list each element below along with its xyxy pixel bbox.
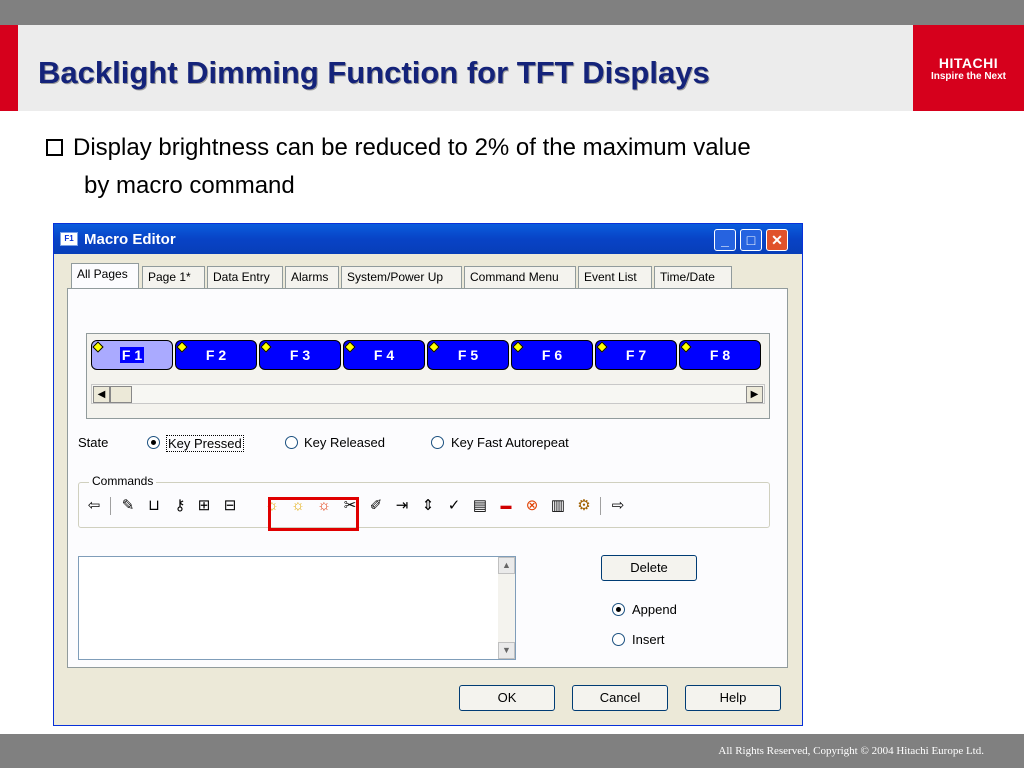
key-f7[interactable]: F 7 <box>595 340 677 370</box>
pen-icon[interactable]: ✎ <box>117 495 139 517</box>
tab-event-list[interactable]: Event List <box>578 266 652 288</box>
insert-icon[interactable]: ⇥ <box>391 495 413 517</box>
help-button[interactable]: Help <box>685 685 781 711</box>
window-title: Macro Editor <box>84 231 176 248</box>
arrow-left-icon[interactable]: ⇦ <box>83 495 105 517</box>
key-marker-icon <box>92 341 104 353</box>
bullet-text-line1: Display brightness can be reduced to 2% … <box>73 134 751 161</box>
maximize-button[interactable]: □ <box>740 229 762 251</box>
state-label: State <box>78 435 109 450</box>
tab-system-power-up[interactable]: System/Power Up <box>341 266 462 288</box>
bin-icon[interactable]: ⊔ <box>143 495 165 517</box>
settings-icon[interactable]: ⚙ <box>573 495 595 517</box>
toolbar-separator <box>110 497 111 515</box>
function-keys: F 1 F 2 F 3 F 4 F 5 F 6 F 7 F 8 <box>91 340 765 374</box>
box-right-icon[interactable]: ⊞ <box>193 495 215 517</box>
radio-key-fast-autorepeat[interactable] <box>431 436 444 449</box>
tab-data-entry[interactable]: Data Entry <box>207 266 283 288</box>
tab-alarms[interactable]: Alarms <box>285 266 339 288</box>
key-f4[interactable]: F 4 <box>343 340 425 370</box>
key-marker-icon <box>260 341 272 353</box>
top-bar <box>0 0 1024 25</box>
close-button[interactable]: ✕ <box>766 229 788 251</box>
stop-icon[interactable]: ⊗ <box>521 495 543 517</box>
checkbox-bullet-icon <box>46 139 63 156</box>
scroll-up-button[interactable]: ▲ <box>498 557 515 574</box>
key-marker-icon <box>176 341 188 353</box>
pencil-icon[interactable]: ✐ <box>365 495 387 517</box>
scroll-left-button[interactable]: ◀ <box>93 386 110 403</box>
scroll-thumb[interactable] <box>110 386 132 403</box>
key-f6[interactable]: F 6 <box>511 340 593 370</box>
page-icon[interactable]: ▤ <box>469 495 491 517</box>
macro-editor-window: F1 Macro Editor _ □ ✕ All Pages Page 1* … <box>53 223 803 726</box>
append-label[interactable]: Append <box>632 602 677 617</box>
scroll-right-button[interactable]: ▶ <box>746 386 763 403</box>
key-marker-icon <box>596 341 608 353</box>
key-marker-icon <box>680 341 692 353</box>
key-label: F 3 <box>289 347 311 363</box>
key-label: F 2 <box>205 347 227 363</box>
toolbar-separator <box>600 497 601 515</box>
brightness-commands-highlight <box>268 497 359 531</box>
trash-icon[interactable]: ▥ <box>547 495 569 517</box>
radio-append[interactable] <box>612 603 625 616</box>
vertical-scrollbar[interactable]: ▲ ▼ <box>498 557 515 659</box>
move-icon[interactable]: ⇕ <box>417 495 439 517</box>
commands-group: Commands ⇦ ✎ ⊔ ⚷ ⊞ ⊟ ☼ ☼ ☼ ✂ ✐ ⇥ ⇕ ✓ ▤ ▬… <box>78 474 770 528</box>
key-marker-icon <box>344 341 356 353</box>
app-icon: F1 <box>60 232 78 246</box>
key-label: F 4 <box>373 347 395 363</box>
arrow-right-icon[interactable]: ⇨ <box>607 495 629 517</box>
slide-title: Backlight Dimming Function for TFT Displ… <box>38 55 710 90</box>
ok-button[interactable]: OK <box>459 685 555 711</box>
window-titlebar[interactable]: F1 Macro Editor _ □ ✕ <box>54 224 802 254</box>
logo-tagline: Inspire the Next <box>930 71 1007 82</box>
key-label: F 6 <box>541 347 563 363</box>
key-label: F 7 <box>625 347 647 363</box>
function-key-strip: F 1 F 2 F 3 F 4 F 5 F 6 F 7 F 8 ◀ ▶ <box>86 333 770 419</box>
key-label: F 1 <box>119 347 145 363</box>
tab-page-1[interactable]: Page 1* <box>142 266 205 288</box>
check-icon[interactable]: ✓ <box>443 495 465 517</box>
box-left-icon[interactable]: ⊟ <box>219 495 241 517</box>
key-f5[interactable]: F 5 <box>427 340 509 370</box>
tab-time-date[interactable]: Time/Date <box>654 266 732 288</box>
key-f8[interactable]: F 8 <box>679 340 761 370</box>
key-icon[interactable]: ⚷ <box>169 495 191 517</box>
key-f2[interactable]: F 2 <box>175 340 257 370</box>
minimize-button[interactable]: _ <box>714 229 736 251</box>
radio-key-pressed[interactable] <box>147 436 160 449</box>
tab-all-pages[interactable]: All Pages <box>71 263 139 289</box>
delete-button[interactable]: Delete <box>601 555 697 581</box>
insert-label[interactable]: Insert <box>632 632 665 647</box>
key-marker-icon <box>428 341 440 353</box>
key-f3[interactable]: F 3 <box>259 340 341 370</box>
bottom-bar: All Rights Reserved, Copyright © 2004 Hi… <box>0 734 1024 768</box>
scroll-down-button[interactable]: ▼ <box>498 642 515 659</box>
cancel-button[interactable]: Cancel <box>572 685 668 711</box>
port-icon[interactable]: ▬ <box>495 495 517 517</box>
logo-name: HITACHI <box>938 55 999 71</box>
key-fast-autorepeat-label[interactable]: Key Fast Autorepeat <box>451 435 569 450</box>
tab-panel: F 1 F 2 F 3 F 4 F 5 F 6 F 7 F 8 ◀ ▶ Stat… <box>67 288 788 668</box>
bullet-point: Display brightness can be reduced to 2% … <box>46 134 751 162</box>
macro-list[interactable]: ▲ ▼ <box>78 556 516 660</box>
hitachi-logo: HITACHI Inspire the Next <box>913 25 1024 111</box>
key-f1[interactable]: F 1 <box>91 340 173 370</box>
delete-label: Delete <box>630 560 668 575</box>
key-pressed-label[interactable]: Key Pressed <box>166 435 244 452</box>
key-released-label[interactable]: Key Released <box>304 435 385 450</box>
horizontal-scrollbar[interactable]: ◀ ▶ <box>91 384 765 404</box>
bullet-text-line2: by macro command <box>84 172 295 199</box>
title-accent-bar <box>0 25 18 111</box>
commands-legend: Commands <box>89 474 157 488</box>
radio-key-released[interactable] <box>285 436 298 449</box>
radio-insert[interactable] <box>612 633 625 646</box>
copyright-text: All Rights Reserved, Copyright © 2004 Hi… <box>718 745 984 757</box>
tab-command-menu[interactable]: Command Menu <box>464 266 576 288</box>
key-label: F 8 <box>709 347 731 363</box>
key-marker-icon <box>512 341 524 353</box>
key-label: F 5 <box>457 347 479 363</box>
